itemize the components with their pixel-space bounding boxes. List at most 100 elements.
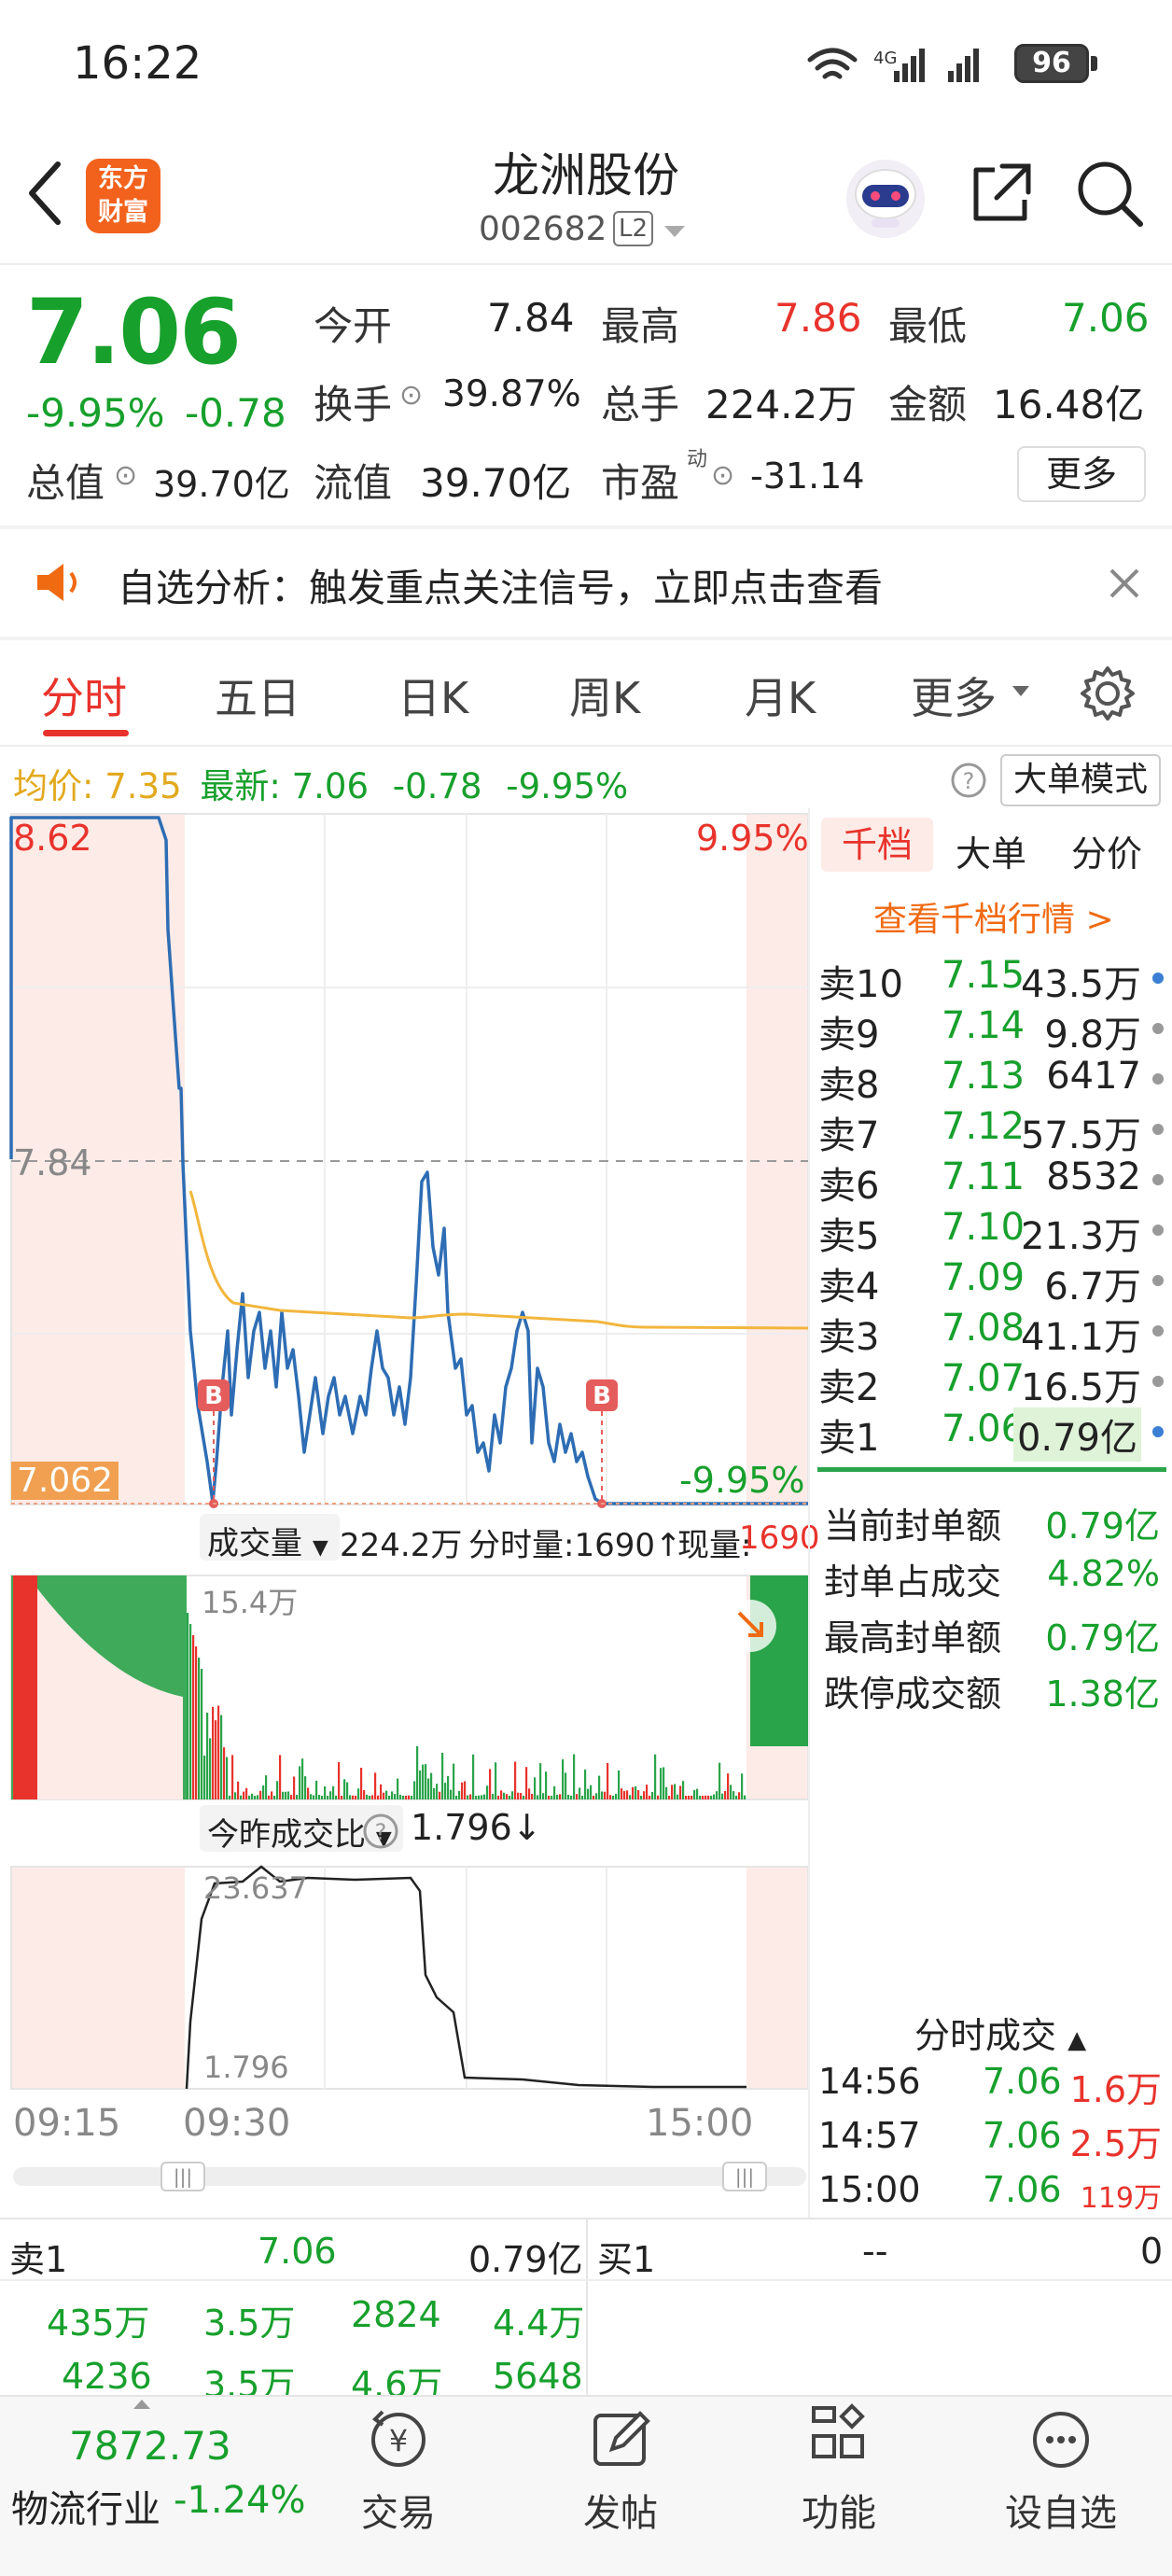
- volume-bar: [201, 1669, 203, 1799]
- ask-row[interactable]: 卖5 7.10 21.3万: [818, 1206, 1165, 1258]
- intraday-chart[interactable]: B B: [0, 808, 812, 2100]
- volume-bar: [223, 1747, 226, 1799]
- ask-dot-icon: [1152, 1275, 1164, 1286]
- sector-name[interactable]: 物流行业: [11, 2479, 160, 2533]
- ask-volume: 6.7万: [1044, 1266, 1141, 1309]
- range-handle-right[interactable]: |||: [722, 2162, 767, 2191]
- functions-button[interactable]: 功能: [769, 2399, 909, 2537]
- ask-price: 7.14: [942, 1004, 1026, 1047]
- time-label-0930: 09:30: [183, 2102, 291, 2145]
- volume-bar: [657, 1795, 660, 1799]
- depth-quote-link[interactable]: 查看千档行情 >: [873, 892, 1114, 941]
- volume-bar: [413, 1781, 416, 1799]
- volume-bar: [537, 1795, 539, 1799]
- add-watchlist-label: 设自选: [1005, 2492, 1117, 2535]
- volume-bar: [500, 1790, 503, 1799]
- bottom-cell: 5648: [493, 2356, 583, 2397]
- ask-row[interactable]: 卖7 7.12 57.5万: [818, 1105, 1165, 1157]
- search-icon[interactable]: [1075, 159, 1144, 228]
- info-dots-icon[interactable]: ⊙: [399, 379, 423, 412]
- ask-label: 卖5: [818, 1215, 880, 1258]
- volume-bar: [405, 1795, 408, 1799]
- tab-intraday[interactable]: 分时: [41, 665, 127, 726]
- robot-assistant-icon[interactable]: [844, 157, 928, 241]
- tab-daily-k[interactable]: 日K: [398, 665, 468, 726]
- panel-tab-big-orders[interactable]: 大单: [956, 825, 1026, 876]
- sector-index-value[interactable]: 7872.73: [69, 2423, 231, 2469]
- tab-more[interactable]: 更多: [911, 665, 997, 726]
- volume-bar: [682, 1781, 685, 1799]
- volume-bar: [209, 1738, 212, 1799]
- volume-bar: [654, 1754, 657, 1799]
- tab-five-day[interactable]: 五日: [215, 665, 300, 726]
- tab-weekly-k[interactable]: 周K: [569, 665, 640, 726]
- volume-bar: [744, 1795, 746, 1799]
- volume-bar: [419, 1770, 422, 1799]
- settings-gear-icon[interactable]: [1079, 665, 1137, 722]
- volume-selector-label: 成交量: [207, 1525, 302, 1562]
- stat-label: 跌停成交额: [824, 1673, 1002, 1715]
- ask-row[interactable]: 卖1 7.06 0.79亿: [818, 1407, 1165, 1462]
- ask-volume: 41.1万: [1020, 1316, 1141, 1359]
- info-dots-icon[interactable]: ⊙: [711, 459, 734, 492]
- expand-up-icon: ▲: [1067, 2026, 1087, 2054]
- volume-bar: [279, 1755, 282, 1799]
- post-button[interactable]: 发帖: [551, 2399, 691, 2537]
- stat-label: 最高封单额: [824, 1617, 1002, 1659]
- ask-row[interactable]: 卖10 7.15 43.5万: [818, 954, 1165, 1006]
- ask-row[interactable]: 卖8 7.13 6417: [818, 1055, 1165, 1107]
- dropdown-icon[interactable]: [663, 224, 687, 239]
- share-icon[interactable]: [969, 161, 1034, 226]
- expand-arrow-icon[interactable]: [133, 2399, 151, 2410]
- volume-bar: [674, 1784, 677, 1799]
- signal-icons: 4G: [807, 48, 979, 82]
- info-dots-icon[interactable]: ⊙: [114, 459, 137, 492]
- volume-bar: [649, 1795, 651, 1799]
- svg-text:¥: ¥: [389, 2423, 408, 2458]
- trades-title[interactable]: 分时成交 ▲: [914, 2007, 1086, 2058]
- range-handle-left[interactable]: |||: [160, 2162, 205, 2191]
- latest-label: 最新:: [200, 766, 281, 806]
- trade-button[interactable]: ¥ 交易: [328, 2399, 468, 2537]
- close-icon[interactable]: [1109, 567, 1140, 599]
- volume-bar: [545, 1771, 548, 1799]
- ask-volume: 8532: [1046, 1155, 1141, 1198]
- volume-bar: [626, 1790, 629, 1799]
- float-cap-label: 流值: [314, 460, 393, 506]
- volume-bar: [685, 1795, 688, 1799]
- bottom-ask-price: 7.06: [258, 2231, 337, 2272]
- volume-bar: [542, 1793, 545, 1799]
- post-label: 发帖: [583, 2492, 658, 2535]
- panel-tab-price-distribution[interactable]: 分价: [1071, 825, 1142, 876]
- ask-dot-icon: [1152, 973, 1164, 984]
- help-icon[interactable]: ?: [950, 762, 987, 799]
- volume-bar: [461, 1782, 464, 1799]
- volume-bar: [352, 1795, 355, 1799]
- volume-bar: [307, 1787, 310, 1799]
- panel-tab-depth[interactable]: 千档: [821, 818, 933, 872]
- ask-volume: 6417: [1046, 1055, 1141, 1098]
- more-button[interactable]: 更多: [1017, 446, 1146, 502]
- volume-bar: [411, 1795, 413, 1799]
- volume-bar: [716, 1791, 719, 1799]
- level2-badge[interactable]: L2: [613, 211, 654, 246]
- tab-monthly-k[interactable]: 月K: [745, 665, 816, 726]
- notice-text[interactable]: 自选分析：触发重点关注信号，立即点击查看: [118, 556, 883, 612]
- volume-bar: [430, 1772, 433, 1799]
- volume-bar: [598, 1775, 601, 1799]
- volume-selector[interactable]: 成交量 ▼: [200, 1514, 340, 1562]
- volume-bar: [422, 1764, 425, 1799]
- big-order-mode-button[interactable]: 大单模式: [1000, 754, 1161, 806]
- help-icon[interactable]: ?: [362, 1813, 399, 1850]
- ask-row[interactable]: 卖3 7.08 41.1万: [818, 1307, 1165, 1359]
- ask-row[interactable]: 卖6 7.11 8532: [818, 1155, 1165, 1208]
- volume-bar: [576, 1794, 579, 1799]
- ask-dot-icon: [1152, 1376, 1164, 1387]
- ask-row[interactable]: 卖9 7.14 9.8万: [818, 1004, 1165, 1057]
- add-watchlist-button[interactable]: 设自选: [991, 2399, 1131, 2537]
- ask-row[interactable]: 卖2 7.07 16.5万: [818, 1357, 1165, 1409]
- trade-price: 7.06: [983, 2115, 1062, 2156]
- collapse-arrow-icon[interactable]: [722, 1598, 778, 1654]
- ask-row[interactable]: 卖4 7.09 6.7万: [818, 1256, 1165, 1309]
- volume-bar: [472, 1754, 475, 1799]
